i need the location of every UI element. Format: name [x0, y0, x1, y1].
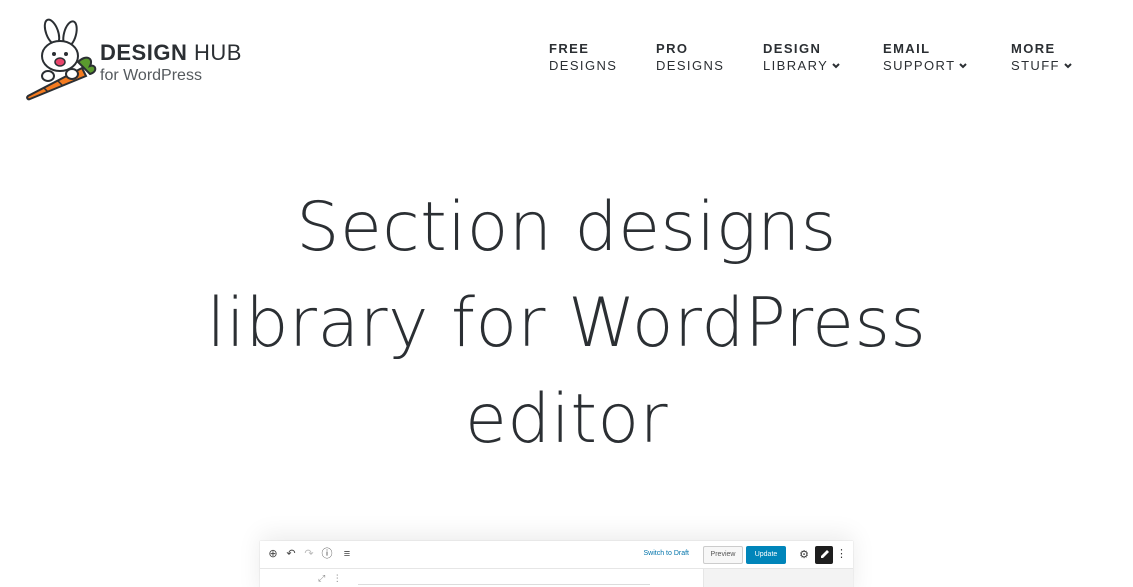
hero-line: library for WordPress	[206, 284, 927, 363]
redo-icon: ↷	[304, 548, 314, 560]
brand-name-bold: DESIGN	[100, 40, 188, 65]
nav-email-support[interactable]: EMAIL SUPPORT	[883, 40, 968, 74]
nav-more-stuff[interactable]: MORE STUFF	[1011, 40, 1072, 74]
nav-design-library[interactable]: DESIGN LIBRARY	[763, 40, 840, 74]
hero-heading: Section designs library for WordPress ed…	[0, 180, 1133, 468]
bunny-carrot-icon	[26, 18, 97, 101]
outline-icon: ≡	[343, 548, 351, 560]
nav-item-line1: EMAIL	[883, 41, 931, 56]
preview-button: Preview	[703, 546, 743, 564]
brand-tagline: for WordPress	[100, 67, 202, 84]
brush-icon	[815, 546, 833, 564]
brand-name-light: HUB	[193, 40, 242, 65]
editor-toolbar: ⊕ ↶ ↷ ⓘ ≡ Switch to Draft Preview Update…	[260, 541, 853, 569]
nav-item-line2: LIBRARY	[763, 58, 829, 73]
nav-item-line1: DESIGN	[763, 41, 822, 56]
nav-item-line1: PRO	[656, 41, 689, 56]
content-divider	[358, 584, 650, 585]
more-options-icon: ⋮	[836, 548, 847, 560]
nav-pro-designs[interactable]: PRO DESIGNS	[656, 40, 724, 74]
nav-item-line2: DESIGNS	[656, 58, 725, 73]
site-logo[interactable]: DESIGN HUB for WordPress	[24, 18, 264, 102]
hero-line: editor	[464, 380, 669, 459]
gear-icon: ⚙	[799, 549, 809, 561]
update-button: Update	[746, 546, 786, 564]
nav-item-line2: SUPPORT	[883, 58, 956, 73]
chevron-down-icon	[1064, 63, 1072, 69]
nav-item-line1: FREE	[549, 41, 590, 56]
editor-preview: ⊕ ↶ ↷ ⓘ ≡ Switch to Draft Preview Update…	[260, 541, 853, 587]
undo-icon: ↶	[286, 548, 296, 560]
add-block-icon: ⊕	[268, 548, 278, 560]
switch-to-draft-link: Switch to Draft	[643, 550, 689, 557]
nav-item-line2: STUFF	[1011, 58, 1060, 73]
info-icon: ⓘ	[321, 548, 333, 560]
nav-free-designs[interactable]: FREE DESIGNS	[549, 40, 617, 74]
nav-item-line2: DESIGNS	[549, 58, 618, 73]
chevron-down-icon	[959, 63, 968, 69]
block-tools-icon: ⤢ ⋮	[318, 573, 342, 583]
nav-item-line1: MORE	[1011, 41, 1056, 56]
editor-sidebar	[703, 569, 853, 587]
chevron-down-icon	[832, 63, 840, 69]
hero-line: Section designs	[296, 188, 837, 267]
